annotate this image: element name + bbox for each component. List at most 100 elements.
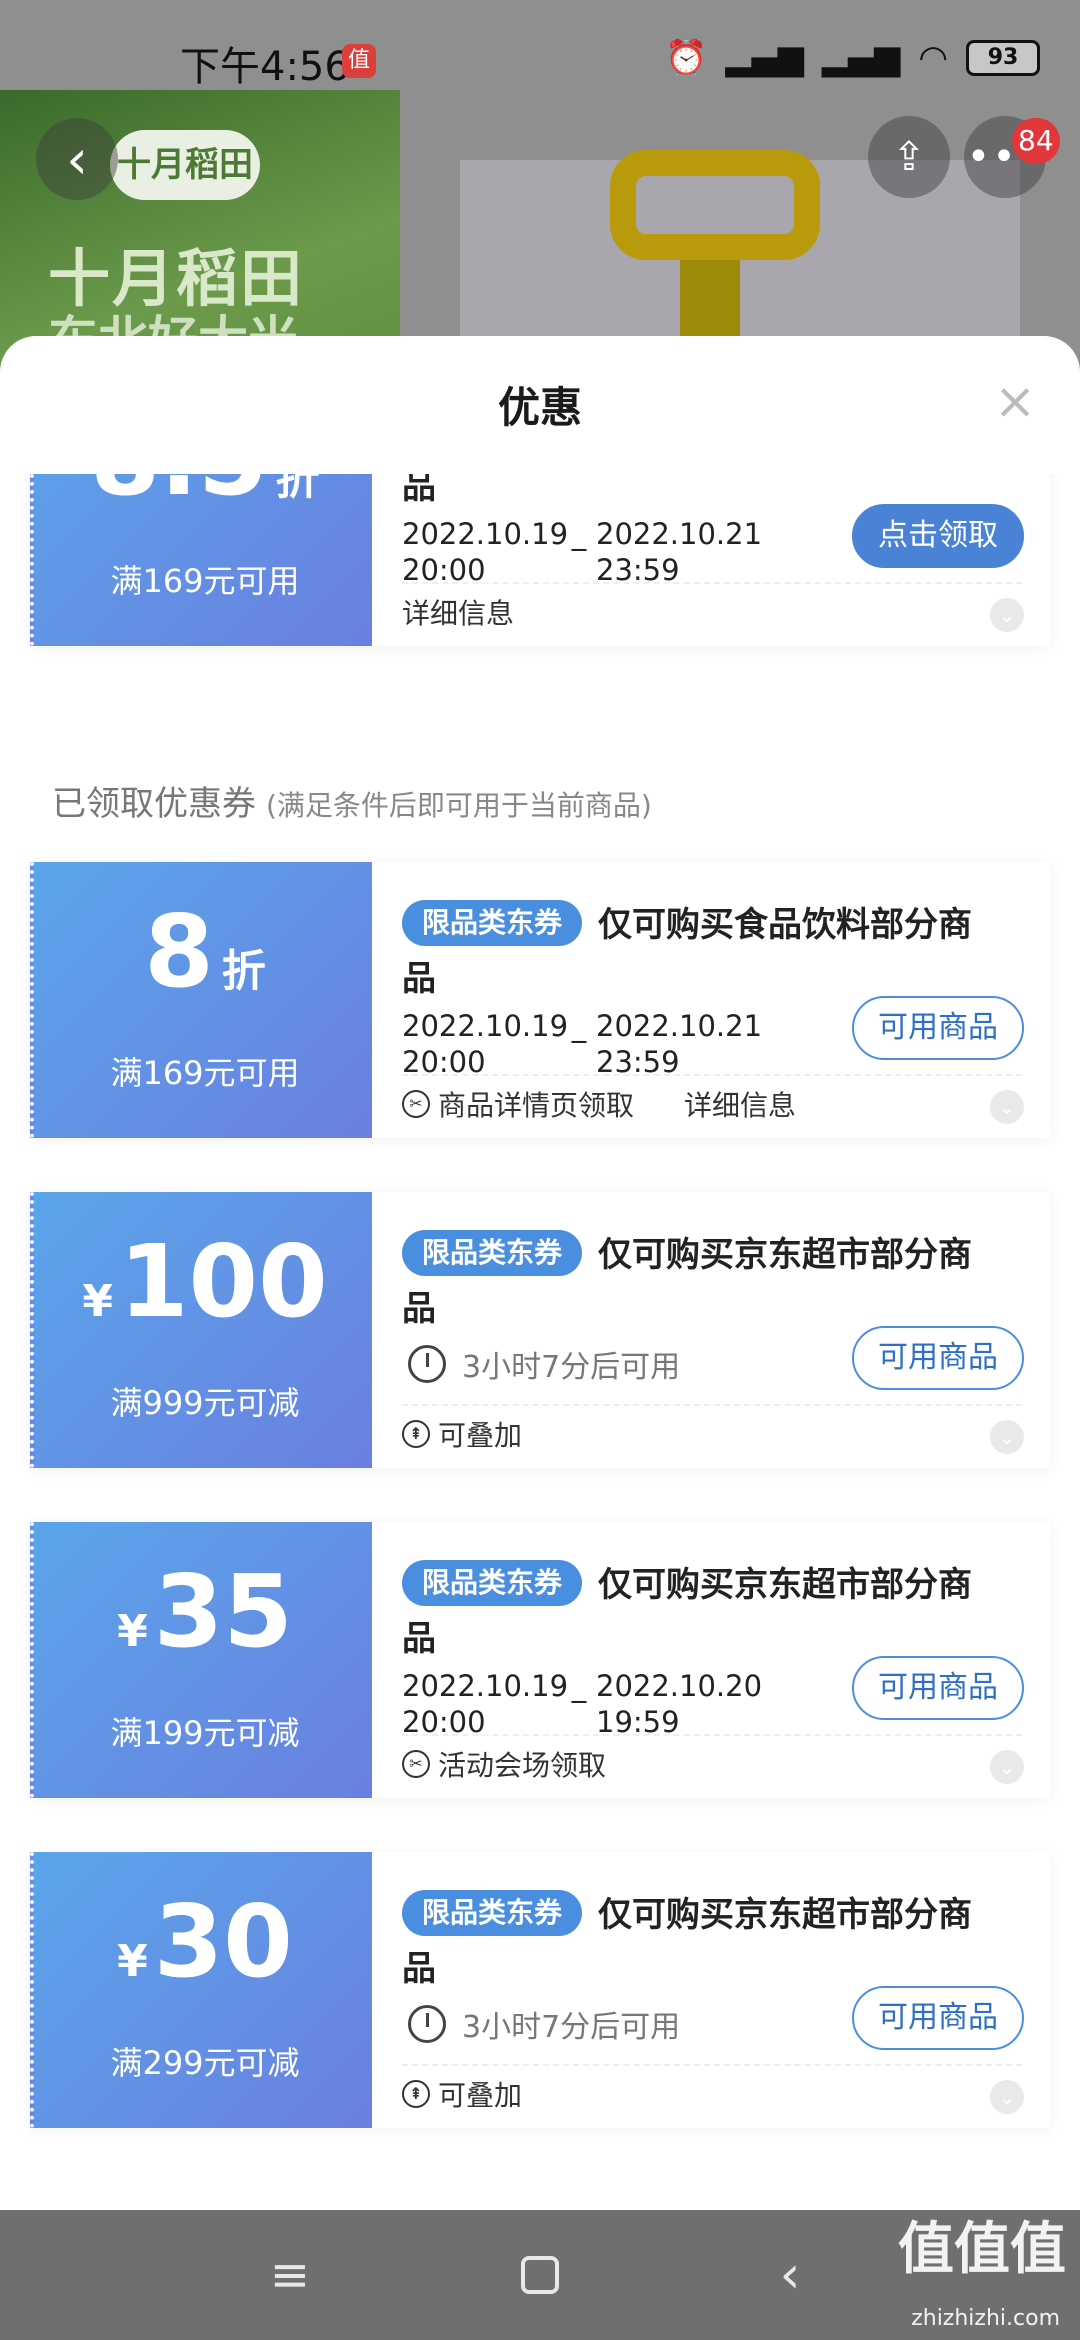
claim-button[interactable]: 点击领取 <box>852 504 1024 568</box>
coupon-divider <box>402 1734 1022 1736</box>
stackable-icon: ⇞ <box>402 1420 430 1448</box>
coupon-amount: ¥30 <box>34 1892 376 1992</box>
clock-icon <box>408 2005 446 2043</box>
product-handle-graphic <box>610 150 820 260</box>
currency-symbol: ¥ <box>117 1936 148 1987</box>
coupon-info: 限品类东券 仅可购买京东超市部分商品 2022.10.19 _ 2022.10.20… <box>372 1522 1050 1798</box>
back-button[interactable]: ‹ <box>36 118 118 200</box>
coupon-info: 限品类东券 仅可购买京东超市部分商品 3小时7分后可用 可用商品 ⇞ 可叠加 ⌄ <box>372 1852 1050 2128</box>
coupon-condition: 满999元可减 <box>110 1384 300 1422</box>
coupon-title-text: 仅可购买京东超市部分商品 <box>402 1895 972 1989</box>
share-button[interactable]: ⇪ <box>868 116 950 198</box>
coupon-footer: ✂ 活动会场领取 <box>402 1744 606 1784</box>
coupon-footer: ✂ 商品详情页领取 详细信息 <box>402 1084 796 1124</box>
date-separator: _ <box>571 1669 587 1703</box>
coupon-source: 活动会场领取 <box>438 1749 607 1782</box>
date-start-day: 2022.10.19 <box>402 517 569 551</box>
signal-2-icon: ▂▄▆ <box>821 38 901 78</box>
coupon-condition: 满169元可用 <box>110 1054 300 1092</box>
available-products-button[interactable]: 可用商品 <box>852 996 1024 1060</box>
back-nav-icon[interactable]: ‹ <box>750 2210 830 2340</box>
ticket-icon: ✂ <box>402 1750 430 1778</box>
home-button[interactable] <box>500 2210 580 2340</box>
coupon-validity: 2022.10.19 _ 2022.10.21 20:00 23:59 <box>402 1008 762 1080</box>
coupon-value-panel: 8.5 折 满169元可用 <box>30 474 372 646</box>
currency-symbol: ¥ <box>117 1606 148 1657</box>
coupon-detail-link[interactable]: 详细信息 <box>402 592 514 632</box>
coupon-info: 限品类东券 仅可购买京东超市部分商品 3小时7分后可用 可用商品 ⇞ 可叠加 ⌄ <box>372 1192 1050 1468</box>
coupon-source: 可叠加 <box>438 1419 523 1452</box>
brand-logo: 十月稻田 <box>110 130 260 200</box>
signal-icon: ▂▄▆ <box>725 38 804 78</box>
message-count-badge: 84 <box>1012 118 1060 164</box>
expand-chevron-icon[interactable]: ⌄ <box>990 1750 1024 1784</box>
coupon-validity: 2022.10.19 _ 2022.10.21 20:00 23:59 <box>402 516 762 588</box>
coupon-title: 仅可购买京东超市部分商品 <box>402 1558 1002 1666</box>
available-products-button[interactable]: 可用商品 <box>852 1656 1024 1720</box>
coupon-amount-value: 35 <box>153 1553 293 1670</box>
coupon-source: 可叠加 <box>438 2079 523 2112</box>
available-products-button[interactable]: 可用商品 <box>852 1326 1024 1390</box>
coupon-value-panel: ¥35 满199元可减 <box>30 1522 372 1798</box>
coupon-title: 仅可购买京东超市部分商品 <box>402 1888 1002 1996</box>
expand-chevron-icon[interactable]: ⌄ <box>990 1090 1024 1124</box>
stackable-icon: ⇞ <box>402 2080 430 2108</box>
coupon-value-panel: ¥30 满299元可减 <box>30 1852 372 2128</box>
close-icon[interactable]: × <box>994 376 1036 426</box>
section-header: 已领取优惠券 (满足条件后即可用于当前商品) <box>52 776 652 825</box>
date-end-day: 2022.10.20 <box>596 1669 763 1703</box>
date-start-day: 2022.10.19 <box>402 1009 569 1043</box>
coupon-source: 商品详情页领取 <box>438 1089 635 1122</box>
status-time: 下午4:56 <box>180 44 350 90</box>
coupon-divider <box>402 2064 1022 2066</box>
date-separator: _ <box>571 517 587 551</box>
date-start-day: 2022.10.19 <box>402 1669 569 1703</box>
coupon-info: 品 2022.10.19 _ 2022.10.21 20:00 23:59 点击领取 … <box>372 474 1050 646</box>
clock-icon <box>408 1345 446 1383</box>
coupon-value-panel: ¥100 满999元可减 <box>30 1192 372 1468</box>
notification-badge-icon: 值 <box>342 44 376 78</box>
coupon-condition: 满199元可减 <box>110 1714 300 1752</box>
countdown-text: 3小时7分后可用 <box>462 2010 681 2045</box>
date-end-day: 2022.10.21 <box>596 1009 763 1043</box>
coupon-divider <box>402 1074 1022 1076</box>
chevron-left-icon: ‹ <box>66 127 88 191</box>
coupon-amount: 8.5折 <box>34 474 376 510</box>
available-products-button[interactable]: 可用商品 <box>852 1986 1024 2050</box>
coupon-validity: 2022.10.19 _ 2022.10.20 20:00 19:59 <box>402 1668 762 1740</box>
coupon-divider <box>402 582 1022 584</box>
battery-icon: 93 <box>966 40 1040 76</box>
coupon-list[interactable]: 8.5折 满169元可用 品 2022.10.19_2022.10.21 20:… <box>0 474 1080 2210</box>
watermark-logo: 值值值 <box>898 2217 1066 2282</box>
coupon-title: 仅可购买食品饮料部分商品 <box>402 898 1002 1006</box>
coupon-countdown: 3小时7分后可用 <box>408 2002 680 2046</box>
section-note: (满足条件后即可用于当前商品) <box>266 789 652 822</box>
coupon-info: 限品类东券 仅可购买食品饮料部分商品 2022.10.19 _ 2022.10.21… <box>372 862 1050 1138</box>
coupon-countdown: 3小时7分后可用 <box>408 1342 680 1386</box>
menu-icon[interactable]: ≡ <box>250 2210 330 2340</box>
coupon-amount-value: 30 <box>153 1883 293 2000</box>
coupon-card: 8.5折 满169元可用 品 2022.10.19_2022.10.21 20:… <box>30 474 1050 646</box>
alarm-icon: ⏰ <box>665 38 708 78</box>
coupon-card: ¥30 满299元可减 限品类东券 仅可购买京东超市部分商品 3小时7分后可用 … <box>30 1852 1050 2128</box>
coupon-card: ¥35 满199元可减 限品类东券 仅可购买京东超市部分商品 2022.10.1… <box>30 1522 1050 1798</box>
coupon-amount: 8折 <box>34 902 376 1002</box>
coupon-footer: ⇞ 可叠加 <box>402 2074 522 2114</box>
expand-chevron-icon[interactable]: ⌄ <box>990 2080 1024 2114</box>
coupon-detail-link[interactable]: 详细信息 <box>684 1084 796 1124</box>
coupon-amount-value: 8 <box>144 893 214 1010</box>
wifi-icon: ◠ <box>918 38 948 78</box>
coupon-amount: ¥100 <box>34 1232 376 1332</box>
coupon-condition: 满169元可用 <box>110 562 300 600</box>
coupon-value-panel: 8折 满169元可用 <box>30 862 372 1138</box>
coupon-card: 8折 满169元可用 限品类东券 仅可购买食品饮料部分商品 2022.10.19… <box>30 862 1050 1138</box>
countdown-text: 3小时7分后可用 <box>462 1350 681 1385</box>
expand-chevron-icon[interactable]: ⌄ <box>990 1420 1024 1454</box>
coupon-amount-value: 100 <box>118 1223 328 1340</box>
coupon-card: ¥100 满999元可减 限品类东券 仅可购买京东超市部分商品 3小时7分后可用… <box>30 1192 1050 1468</box>
coupon-condition: 满299元可减 <box>110 2044 300 2082</box>
coupon-title-text: 仅可购买食品饮料部分商品 <box>402 905 972 999</box>
expand-chevron-icon[interactable]: ⌄ <box>990 598 1024 632</box>
coupon-title-text: 仅可购买京东超市部分商品 <box>402 1235 972 1329</box>
coupon-amount-unit: 折 <box>221 946 266 997</box>
